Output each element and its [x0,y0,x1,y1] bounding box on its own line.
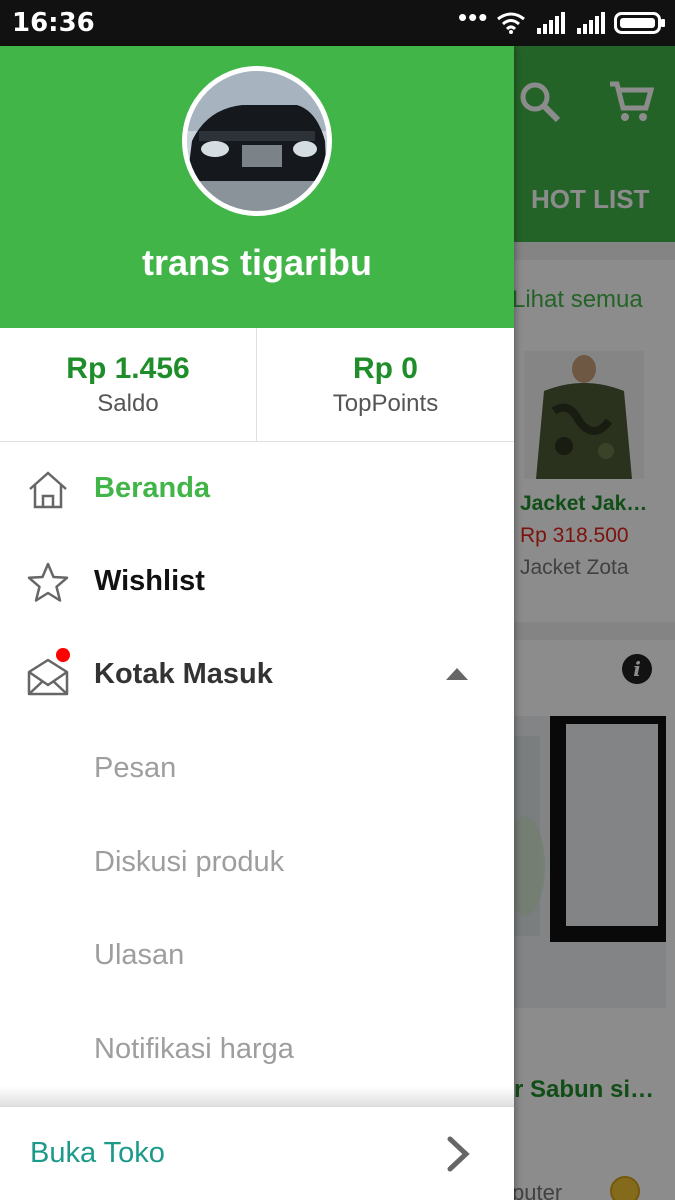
submenu-label: Pesan [94,752,177,784]
menu-item-wishlist[interactable]: Wishlist [0,537,514,629]
avatar[interactable] [182,66,332,216]
notification-dot [56,648,70,662]
navigation-drawer: trans tigaribu Rp 1.456 Saldo Rp 0 TopPo… [0,46,514,1200]
submenu-label: Diskusi produk [94,846,285,878]
open-shop-label: Buka Toko [30,1137,165,1169]
signal-icon [577,12,605,34]
balance-amount: Rp 0 [352,352,418,385]
balance-label: TopPoints [332,390,439,417]
submenu-item-diskusi-produk[interactable]: Diskusi produk [0,818,514,910]
chevron-right-icon [447,1136,470,1172]
menu-item-kotak-masuk[interactable]: Kotak Masuk [0,630,514,722]
menu-item-beranda[interactable]: Beranda [0,444,514,536]
menu-item-label: Wishlist [94,565,205,597]
more-dots-icon: ••• [458,2,489,32]
home-icon [29,471,67,509]
balance-toppoints[interactable]: Rp 0 TopPoints [257,328,514,442]
chevron-up-icon[interactable] [446,668,468,680]
submenu-item-ulasan[interactable]: Ulasan [0,911,514,1003]
footer-shadow [0,1086,514,1106]
menu-item-label: Kotak Masuk [94,658,273,690]
submenu-label: Notifikasi harga [94,1033,294,1065]
status-bar: 16:36 ••• [0,0,675,46]
submenu-label: Ulasan [94,939,185,971]
open-shop-button[interactable]: Buka Toko [0,1106,514,1200]
submenu-item-pesan[interactable]: Pesan [0,724,514,816]
status-time: 16:36 [12,8,95,38]
balance-section: Rp 1.456 Saldo Rp 0 TopPoints [0,328,514,442]
wifi-icon [497,12,525,34]
menu-item-label: Beranda [94,472,211,504]
balance-label: Saldo [97,390,159,417]
signal-icon [537,12,565,34]
battery-icon [614,12,665,34]
balance-amount: Rp 1.456 [66,352,190,385]
star-icon [27,562,69,602]
user-name: trans tigaribu [141,242,373,283]
submenu-item-notifikasi-harga[interactable]: Notifikasi harga [0,1005,514,1097]
balance-saldo[interactable]: Rp 1.456 Saldo [0,328,257,442]
drawer-header: trans tigaribu [0,46,514,328]
